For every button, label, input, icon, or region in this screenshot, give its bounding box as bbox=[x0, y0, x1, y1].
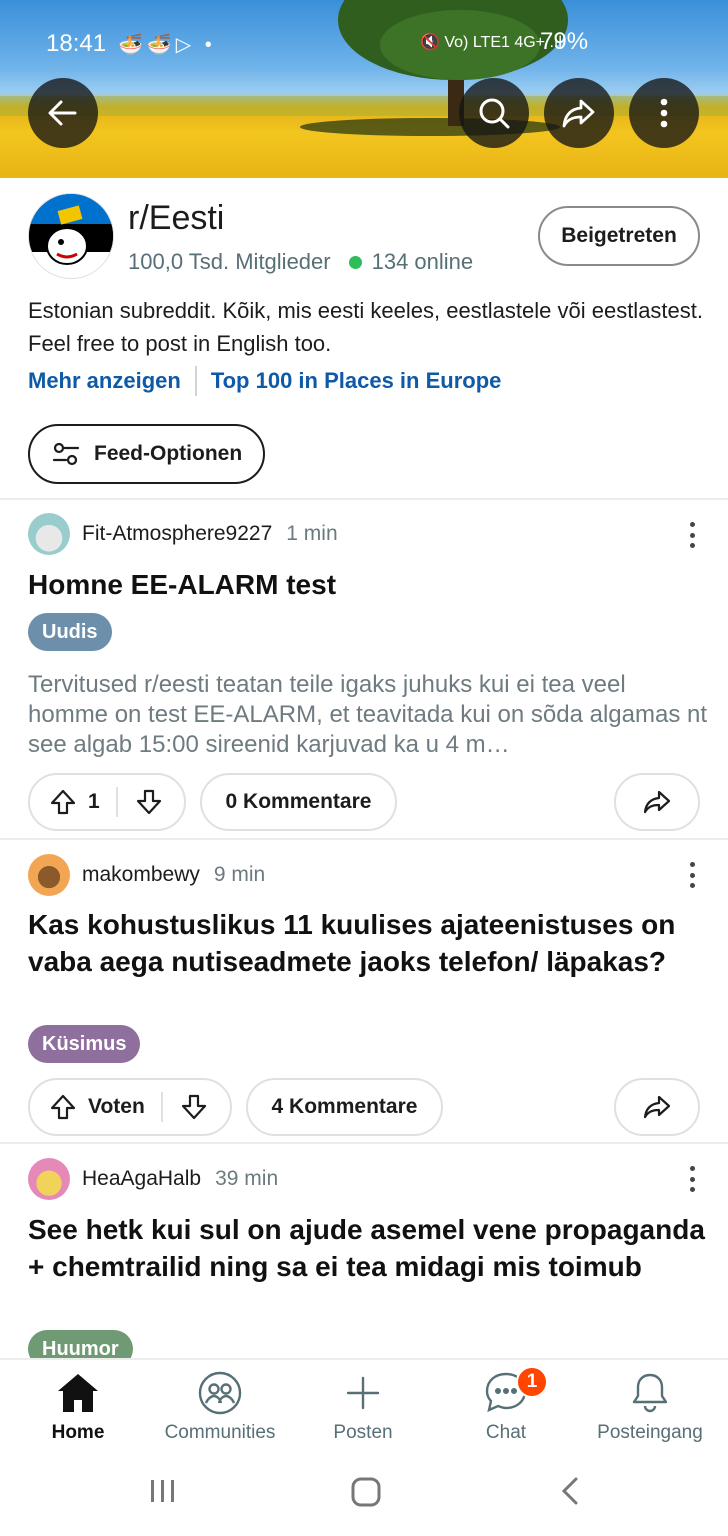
chat-unread-badge: 1 bbox=[516, 1366, 548, 1398]
recent-apps-icon[interactable] bbox=[148, 1476, 178, 1506]
post-2-comments-button[interactable]: 4 Kommentare bbox=[246, 1078, 443, 1136]
upvote-icon[interactable] bbox=[48, 787, 78, 817]
back-button[interactable] bbox=[28, 78, 98, 148]
vote-divider bbox=[160, 1092, 163, 1122]
post-1-body[interactable]: Tervitused r/eesti teatan teile igaks ju… bbox=[28, 670, 708, 760]
nav-communities-label: Communities bbox=[164, 1422, 276, 1443]
post-author[interactable]: makombewy bbox=[82, 863, 200, 887]
search-button[interactable] bbox=[459, 78, 529, 148]
vote-divider bbox=[115, 787, 118, 817]
post-age: 9 min bbox=[213, 863, 266, 886]
post-3-more-button[interactable] bbox=[680, 1166, 704, 1192]
user-avatar[interactable] bbox=[28, 513, 70, 555]
user-avatar[interactable] bbox=[28, 854, 70, 896]
nav-inbox-label: Posteingang bbox=[597, 1422, 703, 1443]
online-dot-icon bbox=[348, 255, 362, 269]
post-divider bbox=[0, 1142, 728, 1144]
user-avatar[interactable] bbox=[28, 1158, 70, 1200]
feed-options-label: Feed-Optionen bbox=[94, 442, 243, 465]
system-navigation-bar bbox=[0, 1454, 728, 1536]
downvote-icon[interactable] bbox=[134, 787, 164, 817]
post-age: 39 min bbox=[215, 1167, 279, 1190]
share-icon bbox=[562, 99, 595, 128]
feed-options-button[interactable]: Feed-Optionen bbox=[28, 424, 265, 484]
post-2-flair[interactable]: Küsimus bbox=[28, 1025, 141, 1063]
online-count: 134 online bbox=[371, 249, 474, 274]
ranking-link[interactable]: Top 100 in Places in Europe bbox=[211, 368, 502, 394]
subreddit-links: Mehr anzeigen Top 100 in Places in Europ… bbox=[28, 366, 501, 396]
post-3-header: HeaAgaHalb 39 min bbox=[28, 1158, 278, 1200]
subreddit-banner bbox=[0, 0, 728, 178]
bell-icon bbox=[632, 1373, 668, 1413]
nav-home-label: Home bbox=[51, 1422, 105, 1443]
subreddit-stats: 100,0 Tsd. Mitglieder 134 online bbox=[128, 249, 473, 275]
post-1-header: Fit-Atmosphere9227 1 min bbox=[28, 513, 338, 555]
subreddit-description: Estonian subreddit. Kõik, mis eesti keel… bbox=[28, 298, 704, 356]
nav-communities[interactable]: Communities bbox=[150, 1370, 290, 1444]
post-2-title[interactable]: Kas kohustuslikus 11 kuulises ajateenist… bbox=[28, 906, 708, 980]
share-icon bbox=[643, 1095, 671, 1119]
show-more-link[interactable]: Mehr anzeigen bbox=[28, 368, 181, 394]
vote-label: Voten bbox=[88, 1095, 145, 1118]
post-1-vote-control: 1 bbox=[28, 773, 186, 831]
post-1-share-button[interactable] bbox=[614, 773, 700, 831]
notification-icons: 🍜🍜▷ • bbox=[118, 34, 216, 56]
post-2-header: makombewy 9 min bbox=[28, 854, 265, 896]
joined-button[interactable]: Beigetreten bbox=[538, 206, 700, 266]
section-divider bbox=[0, 498, 728, 500]
post-1-title[interactable]: Homne EE-ALARM test bbox=[28, 566, 708, 603]
status-bar: 18:41 🍜🍜▷ • 🔇 Vo) LTE1 4G+ .ıl 79% bbox=[0, 28, 728, 62]
vote-count: 1 bbox=[88, 790, 100, 813]
post-age: 1 min bbox=[286, 522, 338, 545]
share-subreddit-button[interactable] bbox=[544, 78, 614, 148]
post-1-comments-button[interactable]: 0 Kommentare bbox=[200, 773, 397, 831]
post-2-more-button[interactable] bbox=[680, 862, 704, 888]
nav-chat[interactable]: Chat 1 bbox=[436, 1366, 576, 1444]
comments-label: 0 Kommentare bbox=[225, 790, 372, 813]
member-count: 100,0 Tsd. Mitglieder bbox=[128, 249, 331, 274]
estonian-lion-crest-icon bbox=[29, 194, 113, 278]
banner-horizon bbox=[0, 96, 728, 116]
communities-icon bbox=[198, 1371, 242, 1415]
post-2-vote-control: Voten bbox=[28, 1078, 232, 1136]
nav-post[interactable]: Posten bbox=[293, 1370, 433, 1444]
search-icon bbox=[479, 98, 510, 129]
post-divider bbox=[0, 838, 728, 840]
more-options-button[interactable] bbox=[629, 78, 699, 148]
post-author[interactable]: HeaAgaHalb bbox=[82, 1167, 201, 1191]
back-system-icon[interactable] bbox=[556, 1476, 586, 1506]
nav-post-label: Posten bbox=[333, 1422, 393, 1443]
nav-home[interactable]: Home bbox=[8, 1370, 148, 1444]
downvote-icon[interactable] bbox=[179, 1092, 209, 1122]
post-1-flair[interactable]: Uudis bbox=[28, 613, 112, 651]
post-3-title[interactable]: See hetk kui sul on ajude asemel vene pr… bbox=[28, 1211, 708, 1285]
post-author[interactable]: Fit-Atmosphere9227 bbox=[82, 522, 272, 546]
status-time: 18:41 bbox=[46, 30, 107, 57]
home-icon bbox=[58, 1374, 98, 1412]
more-vertical-icon bbox=[660, 98, 668, 128]
plus-icon bbox=[346, 1376, 380, 1410]
bottom-navigation: Home Communities Posten Chat 1 Posteinga… bbox=[0, 1358, 728, 1454]
post-2-share-button[interactable] bbox=[614, 1078, 700, 1136]
home-system-icon[interactable] bbox=[350, 1476, 382, 1508]
post-1-more-button[interactable] bbox=[680, 522, 704, 548]
arrow-left-icon bbox=[48, 100, 77, 126]
subreddit-avatar bbox=[28, 193, 114, 279]
sliders-icon bbox=[52, 442, 80, 466]
upvote-icon[interactable] bbox=[48, 1092, 78, 1122]
share-icon bbox=[643, 790, 671, 814]
nav-chat-label: Chat bbox=[485, 1422, 527, 1443]
link-divider bbox=[194, 366, 197, 396]
nav-inbox[interactable]: Posteingang bbox=[580, 1370, 720, 1444]
comments-label: 4 Kommentare bbox=[271, 1095, 418, 1118]
battery-level: 79% bbox=[540, 28, 589, 55]
subreddit-name: r/Eesti bbox=[128, 199, 225, 237]
